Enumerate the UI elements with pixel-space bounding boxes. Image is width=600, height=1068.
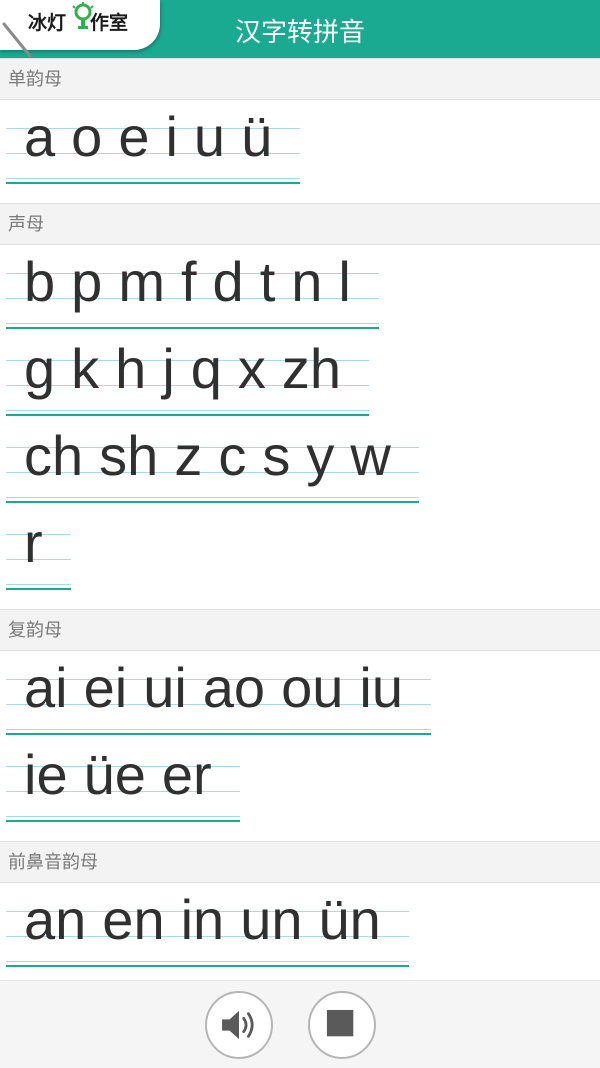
lightbulb-icon <box>72 2 94 29</box>
pinyin-letter[interactable]: ai <box>22 660 82 716</box>
stop-icon <box>326 1009 354 1037</box>
pinyin-letter[interactable]: u <box>192 109 239 165</box>
pinyin-row: bpmfdtnl <box>6 251 379 338</box>
pinyin-letter[interactable]: y <box>304 428 348 484</box>
pinyin-chart: 单韵母 a o e i u ü 声母 b p m f d t n l g k h j q x zh ch sh z c s y w r 复韵母… <box>0 58 600 1028</box>
pinyin-row: ai ei ui ao ou iu <box>6 657 431 744</box>
section-body: aoeiuü <box>0 100 600 203</box>
app-header: 冰灯 作室 汉字转拼音 <box>0 0 600 58</box>
pinyin-letter[interactable]: e <box>116 109 163 165</box>
pinyin-letter[interactable]: h <box>113 341 160 397</box>
pinyin-letter[interactable]: t <box>258 254 290 310</box>
pinyin-letter[interactable]: er <box>160 747 226 803</box>
pinyin-letter[interactable]: s <box>260 428 304 484</box>
pinyin-letter[interactable]: n <box>289 254 336 310</box>
pinyin-letter[interactable]: in <box>179 892 239 948</box>
section-header: 单韵母 <box>0 58 600 100</box>
pinyin-letter[interactable]: j <box>160 341 188 397</box>
pinyin-row: aoeiuü <box>6 106 301 193</box>
pinyin-letter[interactable]: ch <box>22 428 97 484</box>
pinyin-letter[interactable]: m <box>116 254 179 310</box>
pinyin-letter[interactable]: zh <box>280 341 355 397</box>
pinyin-letter[interactable]: l <box>336 254 364 310</box>
pinyin-letter[interactable]: x <box>236 341 280 397</box>
section-body: ai ei ui ao ou iu ie üe er <box>0 651 600 841</box>
pinyin-letter[interactable]: ün <box>316 892 394 948</box>
pinyin-letter[interactable]: f <box>179 254 211 310</box>
section-body: an en in un ün <box>0 883 600 986</box>
pinyin-letter[interactable]: r <box>22 515 57 571</box>
pinyin-row: ie üe er <box>6 744 240 831</box>
pinyin-letter[interactable]: üe <box>82 747 160 803</box>
pinyin-letter[interactable]: un <box>238 892 316 948</box>
pinyin-letter[interactable]: g <box>22 341 69 397</box>
pinyin-letter[interactable]: d <box>211 254 258 310</box>
pinyin-letter[interactable]: b <box>22 254 69 310</box>
pinyin-letter[interactable]: z <box>172 428 216 484</box>
pinyin-letter[interactable]: w <box>348 428 404 484</box>
page-title: 汉字转拼音 <box>234 18 365 48</box>
pinyin-letter[interactable]: sh <box>97 428 172 484</box>
speaker-icon <box>222 1010 254 1040</box>
pinyin-letter[interactable]: q <box>189 341 236 397</box>
pinyin-letter[interactable]: a <box>22 109 69 165</box>
pinyin-letter[interactable]: o <box>69 109 116 165</box>
pinyin-letter[interactable]: an <box>22 892 100 948</box>
pinyin-letter[interactable]: ei <box>82 660 142 716</box>
pinyin-letter[interactable]: i <box>163 109 191 165</box>
section-header: 复韵母 <box>0 609 600 651</box>
pinyin-row: g k h j q x zh <box>6 338 370 425</box>
stop-button[interactable] <box>308 991 376 1059</box>
pinyin-letter[interactable]: ao <box>201 660 279 716</box>
pinyin-letter[interactable]: p <box>69 254 116 310</box>
pinyin-letter[interactable]: en <box>100 892 178 948</box>
pinyin-letter[interactable]: k <box>69 341 113 397</box>
section-body: b p m f d t n l g k h j q x zh ch sh z c s y w r <box>0 245 600 609</box>
pinyin-letter[interactable]: c <box>216 428 260 484</box>
app-logo: 冰灯 作室 <box>0 0 160 58</box>
pinyin-letter[interactable]: iu <box>357 660 417 716</box>
section-header: 前鼻音韵母 <box>0 841 600 883</box>
pinyin-letter[interactable]: ü <box>239 109 286 165</box>
pinyin-row: r <box>6 512 71 599</box>
play-sound-button[interactable] <box>205 991 273 1059</box>
section-header: 声母 <box>0 203 600 245</box>
pinyin-row: ch sh z c s y w <box>6 425 419 512</box>
pinyin-letter[interactable]: ui <box>141 660 201 716</box>
pinyin-letter[interactable]: ou <box>279 660 357 716</box>
pinyin-row: an en in un ün <box>6 889 409 976</box>
playback-controls <box>0 980 600 1068</box>
pinyin-letter[interactable]: ie <box>22 747 82 803</box>
